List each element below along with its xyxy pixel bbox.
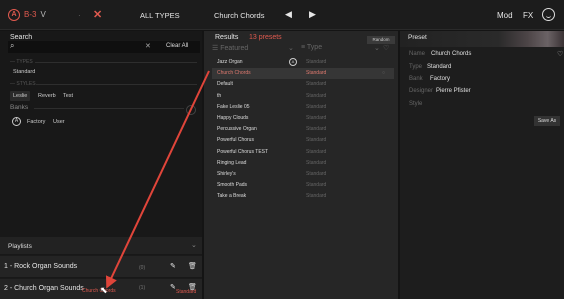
dragged-preset-type: Standard [176, 289, 197, 295]
cursor-icon: ⬉ [100, 285, 108, 295]
dragged-preset-label: Church Chords [82, 288, 116, 294]
drag-arrow-annotation [105, 70, 210, 289]
